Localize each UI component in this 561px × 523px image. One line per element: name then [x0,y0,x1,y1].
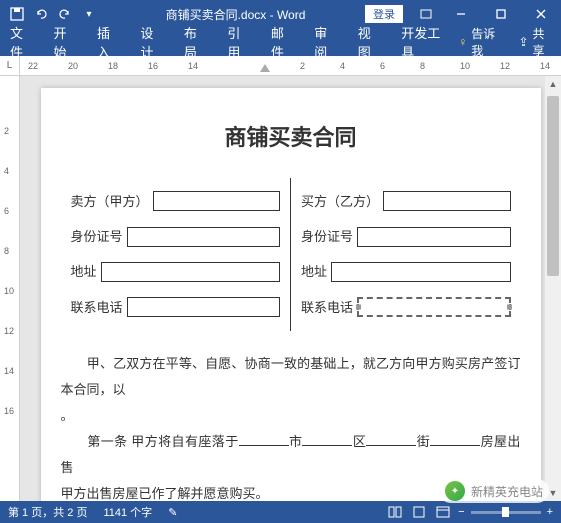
article-1[interactable]: 第一条 甲方将自有座落于市区街房屋出售 [61,429,521,481]
paragraph-1b[interactable]: 。 [61,403,521,429]
word-count[interactable]: 1141 个字 [103,504,152,520]
scrollbar-thumb[interactable] [547,96,559,276]
ruler-vertical[interactable]: 2 4 6 8 10 12 14 16 [0,76,20,501]
left-column: 卖方（甲方） 身份证号 地址 联系电话 [61,178,291,332]
seller-phone-field[interactable]: 联系电话 [71,296,281,319]
watermark: ✦ 新精英充电站 [439,479,549,503]
seller-fill[interactable] [153,191,280,211]
page-info[interactable]: 第 1 页，共 2 页 [8,504,87,520]
seller-field[interactable]: 卖方（甲方） [71,190,281,213]
maximize-button[interactable] [481,0,521,28]
buyer-fill[interactable] [383,191,510,211]
buyer-id-fill[interactable] [357,227,510,247]
close-button[interactable] [521,0,561,28]
view-read-icon[interactable] [386,504,404,520]
blank-district[interactable] [302,445,352,446]
document-title[interactable]: 商铺买卖合同 [61,118,521,158]
zoom-out-button[interactable]: − [458,506,464,518]
view-print-icon[interactable] [410,504,428,520]
window-controls [441,0,561,28]
paragraph-1[interactable]: 甲、乙双方在平等、自愿、协商一致的基础上，就乙方向甲方购买房产签订本合同，以 [61,351,521,403]
buyer-addr-field[interactable]: 地址 [301,260,511,283]
blank-house[interactable] [430,445,480,446]
seller-id-fill[interactable] [127,227,280,247]
scroll-up-icon[interactable]: ▲ [545,76,561,92]
share-icon: ⇪ [518,35,528,49]
wechat-logo-icon: ✦ [445,481,465,501]
seller-addr-field[interactable]: 地址 [71,260,281,283]
seller-addr-fill[interactable] [101,262,280,282]
view-web-icon[interactable] [434,504,452,520]
columns-container: 卖方（甲方） 身份证号 地址 联系电话 买方（乙方） 身份证号 地址 联系电话 [61,178,521,332]
document-viewport[interactable]: 商铺买卖合同 卖方（甲方） 身份证号 地址 联系电话 买方（乙方） 身份证号 地… [20,76,561,501]
seller-phone-fill[interactable] [127,297,280,317]
ruler-indent-marker[interactable] [260,64,270,72]
ruler-horizontal-container: L 22 20 18 16 14 2 4 6 8 10 12 14 [0,56,561,76]
seller-id-field[interactable]: 身份证号 [71,225,281,248]
zoom-slider-thumb[interactable] [502,507,509,517]
tell-me-button[interactable]: 告诉我 [471,25,502,59]
ruler-corner[interactable]: L [0,56,20,75]
right-column: 买方（乙方） 身份证号 地址 联系电话 [291,178,521,332]
vertical-scrollbar[interactable]: ▲ ▼ [545,76,561,501]
statusbar: 第 1 页，共 2 页 1141 个字 ✎ − + [0,501,561,523]
ruler-horizontal[interactable]: 22 20 18 16 14 2 4 6 8 10 12 14 [20,56,561,75]
buyer-field[interactable]: 买方（乙方） [301,190,511,213]
proofing-icon[interactable]: ✎ [168,506,177,519]
zoom-in-button[interactable]: + [547,506,553,518]
lightbulb-icon: ♀ [458,35,467,49]
buyer-addr-fill[interactable] [331,262,510,282]
buyer-phone-fill-selected[interactable] [357,297,510,317]
document-page[interactable]: 商铺买卖合同 卖方（甲方） 身份证号 地址 联系电话 买方（乙方） 身份证号 地… [41,88,541,501]
share-button[interactable]: 共享 [533,25,553,59]
buyer-phone-field[interactable]: 联系电话 [301,296,511,319]
zoom-slider[interactable] [471,511,541,514]
buyer-id-field[interactable]: 身份证号 [301,225,511,248]
main-area: 2 4 6 8 10 12 14 16 商铺买卖合同 卖方（甲方） 身份证号 地… [0,76,561,501]
blank-city[interactable] [239,445,289,446]
ribbon-tabs: 文件 开始 插入 设计 布局 引用 邮件 审阅 视图 开发工具 ♀ 告诉我 ⇪ … [0,28,561,56]
watermark-text: 新精英充电站 [471,483,543,500]
blank-street[interactable] [366,445,416,446]
